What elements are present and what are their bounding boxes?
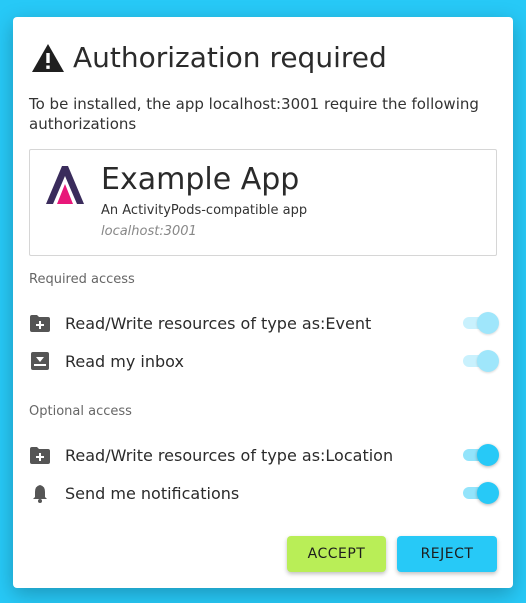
permission-label: Read my inbox (65, 351, 184, 371)
dialog-intro-text: To be installed, the app localhost:3001 … (29, 95, 479, 133)
permission-row-event: Read/Write resources of type as:Event (29, 308, 499, 338)
app-card: Example App An ActivityPods-compatible a… (29, 149, 497, 256)
permission-row-location: Read/Write resources of type as:Location (29, 440, 499, 470)
permission-label: Read/Write resources of type as:Location (65, 445, 394, 465)
toggle-thumb (477, 444, 499, 466)
accept-button[interactable]: ACCEPT (287, 536, 386, 572)
activitypods-logo-icon (44, 164, 86, 206)
permission-toggle-notifications[interactable] (459, 482, 499, 504)
reject-button[interactable]: REJECT (397, 536, 497, 572)
bell-icon (29, 482, 51, 504)
folder-plus-icon (29, 444, 51, 466)
permission-toggle-event[interactable] (459, 312, 499, 334)
dialog-title: Authorization required (73, 41, 387, 74)
permission-label: Read/Write resources of type as:Event (65, 313, 372, 333)
dialog-header: Authorization required (31, 41, 387, 74)
permission-row-notifications: Send me notifications (29, 478, 499, 508)
app-domain: localhost:3001 (101, 224, 197, 239)
permission-toggle-location[interactable] (459, 444, 499, 466)
folder-plus-icon (29, 312, 51, 334)
toggle-thumb (477, 312, 499, 334)
inbox-download-icon (29, 350, 51, 372)
required-access-label: Required access (29, 272, 135, 287)
app-description: An ActivityPods-compatible app (101, 203, 308, 218)
authorization-dialog: Authorization required To be installed, … (13, 17, 513, 588)
warning-icon (31, 43, 65, 73)
toggle-thumb (477, 482, 499, 504)
optional-access-label: Optional access (29, 404, 132, 419)
toggle-thumb (477, 350, 499, 372)
app-name: Example App (101, 162, 300, 197)
permission-label: Send me notifications (65, 483, 240, 503)
permission-toggle-inbox[interactable] (459, 350, 499, 372)
permission-row-inbox: Read my inbox (29, 346, 499, 376)
